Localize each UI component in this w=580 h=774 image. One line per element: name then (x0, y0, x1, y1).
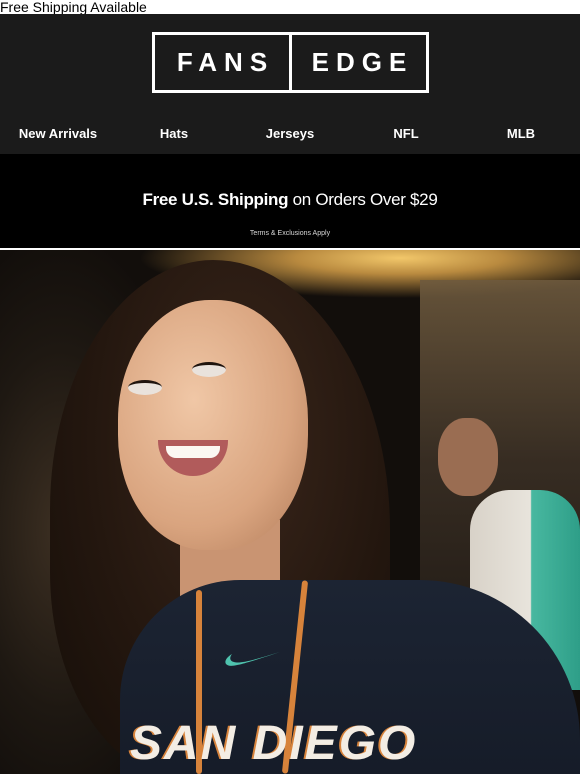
email-header: FANS EDGE New Arrivals Hats Jerseys NFL … (0, 14, 580, 154)
free-shipping-banner[interactable]: Free U.S. Shipping on Orders Over $29 Te… (0, 154, 580, 248)
hero-image[interactable]: SAN DIEGO (0, 250, 580, 774)
nav-mlb[interactable]: MLB (507, 126, 535, 141)
promo-rest-text: on Orders Over $29 (292, 190, 438, 209)
preheader-text: Free Shipping Available (0, 0, 147, 15)
model-left-eye (128, 380, 162, 395)
nav-new-arrivals[interactable]: New Arrivals (19, 126, 97, 141)
promo-headline: Free U.S. Shipping on Orders Over $29 (0, 190, 580, 210)
model-teeth (166, 446, 220, 458)
nav-hats[interactable]: Hats (160, 126, 188, 141)
logo-word-fans: FANS (176, 47, 275, 77)
logo-word-edge: EDGE (311, 47, 414, 77)
model-face (118, 300, 308, 550)
model-right-eye (192, 362, 226, 377)
background-person-head (438, 418, 498, 496)
fansedge-logo[interactable]: FANS EDGE (152, 32, 429, 93)
nav-nfl[interactable]: NFL (393, 126, 418, 141)
swoosh-icon (224, 648, 282, 668)
hoodie-print-text: SAN DIEGO (130, 717, 418, 770)
top-navigation: New Arrivals Hats Jerseys NFL MLB (0, 122, 580, 144)
promo-bold-text: Free U.S. Shipping (142, 190, 289, 209)
nav-jerseys[interactable]: Jerseys (266, 126, 314, 141)
promo-terms[interactable]: Terms & Exclusions Apply (0, 230, 580, 237)
